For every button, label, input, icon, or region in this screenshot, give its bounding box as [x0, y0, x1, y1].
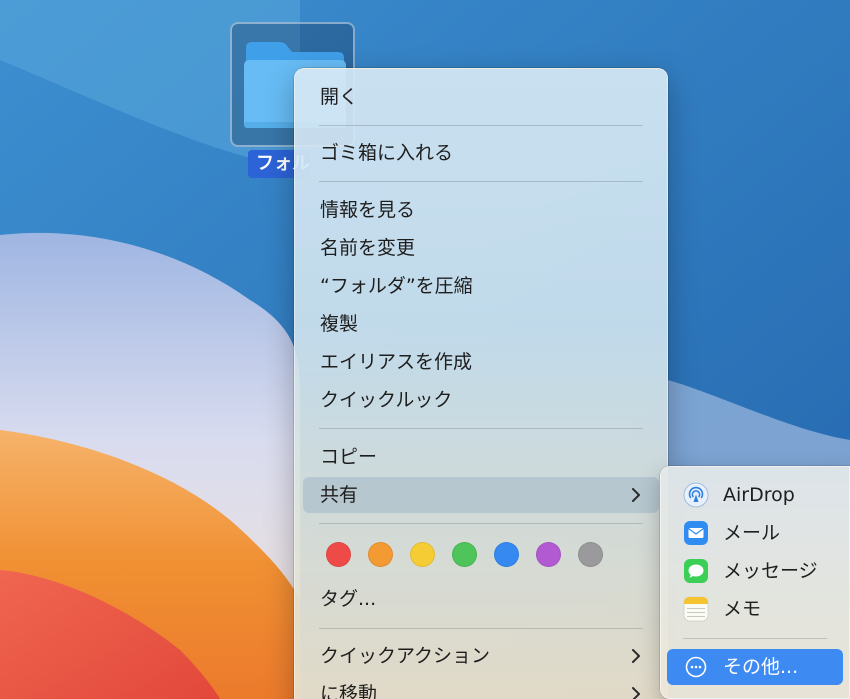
menu-separator [319, 523, 643, 524]
menu-item-duplicate[interactable]: 複製 [303, 306, 659, 342]
share-submenu: AirDrop メール メッセージ メモ その他... [660, 466, 850, 699]
tag-gray[interactable] [578, 542, 603, 567]
tag-green[interactable] [452, 542, 477, 567]
menu-item-rename[interactable]: 名前を変更 [303, 230, 659, 266]
share-item-messages[interactable]: メッセージ [667, 553, 843, 589]
menu-item-share[interactable]: 共有 [303, 477, 659, 513]
tag-red[interactable] [326, 542, 351, 567]
share-item-label: AirDrop [723, 484, 795, 506]
mail-icon [684, 521, 708, 545]
menu-item-open[interactable]: 開く [303, 79, 659, 115]
share-item-more[interactable]: その他... [667, 649, 843, 685]
share-item-airdrop[interactable]: AirDrop [667, 477, 843, 513]
tag-yellow[interactable] [410, 542, 435, 567]
menu-item-move-to-trash[interactable]: ゴミ箱に入れる [303, 135, 659, 171]
menu-item-tags[interactable]: タグ... [303, 581, 659, 617]
menu-item-copy[interactable]: コピー [303, 439, 659, 475]
menu-item-make-alias[interactable]: エイリアスを作成 [303, 344, 659, 380]
menu-item-share-label: 共有 [320, 484, 359, 506]
menu-item-quick-look[interactable]: クイックルック [303, 382, 659, 418]
share-item-notes[interactable]: メモ [667, 591, 843, 627]
chevron-right-icon [632, 488, 640, 502]
share-item-label: メール [723, 522, 781, 544]
share-item-label: メッセージ [723, 560, 818, 582]
notes-icon [683, 596, 709, 622]
submenu-separator [683, 638, 827, 639]
menu-item-compress[interactable]: “フォルダ”を圧縮 [303, 268, 659, 304]
menu-separator [319, 181, 643, 182]
menu-separator [319, 628, 643, 629]
chevron-right-icon [632, 649, 640, 663]
menu-separator [319, 428, 643, 429]
messages-icon [684, 559, 708, 583]
menu-item-quick-actions[interactable]: クイックアクション [303, 638, 659, 674]
menu-separator [319, 125, 643, 126]
chevron-right-icon [632, 687, 640, 699]
menu-item-quick-actions-label: クイックアクション [320, 645, 491, 667]
airdrop-icon [683, 482, 709, 508]
share-item-more-label: その他... [723, 656, 799, 678]
tag-blue[interactable] [494, 542, 519, 567]
tag-orange[interactable] [368, 542, 393, 567]
menu-item-get-info[interactable]: 情報を見る [303, 192, 659, 228]
more-icon [685, 656, 707, 678]
context-menu: 開く ゴミ箱に入れる 情報を見る 名前を変更 “フォルダ”を圧縮 複製 エイリア… [294, 68, 668, 699]
share-item-label: メモ [723, 598, 762, 620]
menu-item-move-to[interactable]: に移動 [303, 676, 659, 699]
share-item-mail[interactable]: メール [667, 515, 843, 551]
menu-item-move-to-label: に移動 [320, 683, 378, 699]
tag-purple[interactable] [536, 542, 561, 567]
